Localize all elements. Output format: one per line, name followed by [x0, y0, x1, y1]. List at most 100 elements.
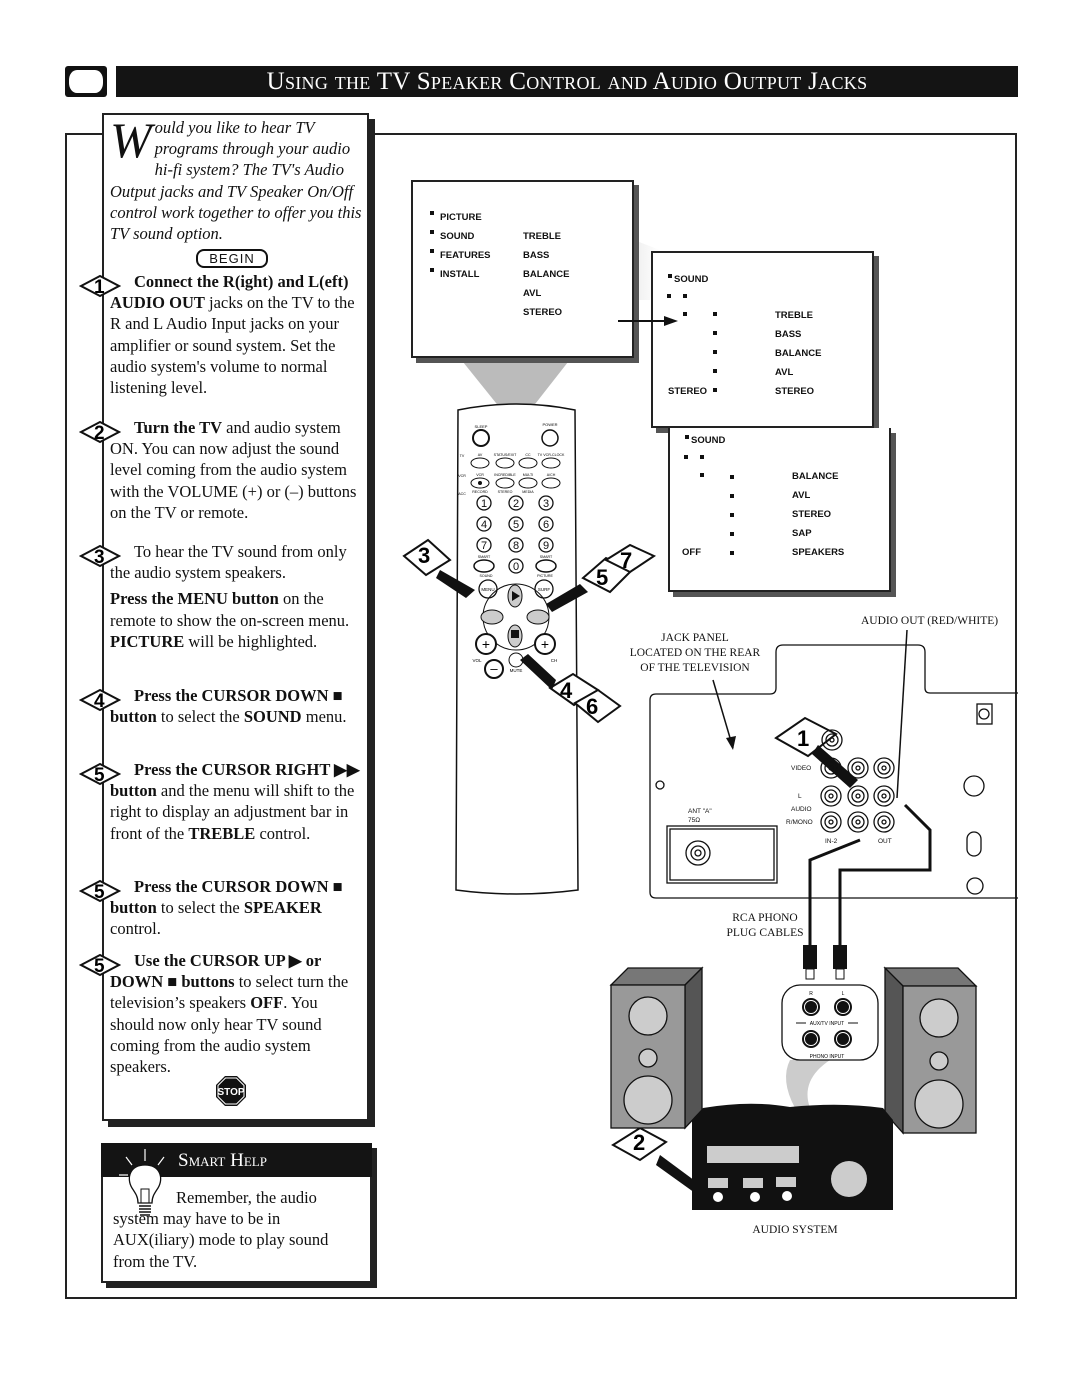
left-speaker — [609, 966, 704, 1130]
bullet-icon — [713, 312, 717, 316]
svg-text:STEREO: STEREO — [498, 490, 513, 494]
svg-text:VCR: VCR — [476, 473, 484, 477]
bullet-icon — [683, 312, 687, 316]
cursor-left-button[interactable] — [480, 609, 504, 625]
menu-item[interactable]: SAP — [792, 528, 812, 539]
menu-title[interactable]: SOUND — [691, 435, 725, 446]
bullet-icon — [430, 268, 434, 272]
bullet-icon — [713, 350, 717, 354]
remote-control: SLEEP POWER AV STATUS/EXIT CC TV VCR-CLOCK … — [455, 403, 579, 895]
svg-text:AV: AV — [478, 453, 483, 457]
menu-item[interactable]: AVL — [792, 490, 810, 501]
svg-text:VIDEO: VIDEO — [791, 765, 811, 772]
menu-item[interactable]: FEATURES — [440, 250, 491, 261]
bullet-icon — [730, 475, 734, 479]
menu-item[interactable]: AVL — [523, 288, 541, 299]
sleep-button[interactable] — [472, 429, 490, 447]
bullet-icon — [700, 455, 704, 459]
menu-item[interactable]: PICTURE — [440, 212, 482, 223]
menu-item[interactable]: INSTALL — [440, 269, 479, 280]
menu-value[interactable]: STEREO — [668, 386, 707, 397]
input-callout-beam — [786, 1060, 830, 1108]
svg-text:OUT: OUT — [878, 838, 892, 845]
svg-text:+: + — [482, 636, 490, 652]
svg-text:SLEEP: SLEEP — [475, 424, 488, 429]
svg-text:PICTURE: PICTURE — [537, 574, 553, 578]
svg-text:SOUND: SOUND — [480, 574, 493, 578]
svg-text:3: 3 — [543, 498, 549, 510]
speaker-menu-screen: SOUND BALANCE AVL STEREO SAP SPEAKERS OFF — [668, 428, 891, 592]
svg-text:INCREDIBLE: INCREDIBLE — [494, 473, 516, 477]
svg-text:5: 5 — [596, 565, 608, 590]
bullet-icon — [430, 230, 434, 234]
svg-text:POWER: POWER — [542, 422, 557, 427]
menu-item[interactable]: TREBLE — [523, 231, 561, 242]
svg-text:R/MONO: R/MONO — [786, 819, 813, 826]
svg-text:–: – — [490, 661, 498, 676]
remote-beam — [463, 362, 568, 408]
menu-item[interactable]: AVL — [775, 367, 793, 378]
svg-text:MEDIA: MEDIA — [522, 490, 534, 494]
menu-value[interactable]: OFF — [682, 547, 701, 558]
bullet-icon — [430, 211, 434, 215]
menu-item[interactable]: BALANCE — [775, 348, 821, 359]
bullet-icon — [713, 369, 717, 373]
menu-item[interactable]: SOUND — [440, 231, 474, 242]
menu-item[interactable]: BALANCE — [523, 269, 569, 280]
sound-menu-screen: SOUND TREBLE BASS BALANCE AVL STEREO STEREO — [651, 251, 874, 428]
svg-text:A/CH: A/CH — [547, 473, 556, 477]
bullet-icon — [667, 294, 671, 298]
svg-text:SURF: SURF — [538, 587, 551, 592]
svg-text:L: L — [842, 991, 845, 997]
arrow-right-icon — [618, 316, 678, 326]
right-speaker — [883, 966, 978, 1135]
rca-plugs — [803, 945, 847, 980]
svg-text:5: 5 — [513, 519, 519, 531]
audio-out-label: AUDIO OUT (RED/WHITE) — [861, 615, 999, 627]
menu-item[interactable]: SPEAKERS — [792, 547, 844, 558]
svg-text:3: 3 — [418, 543, 430, 568]
svg-text:MUTE: MUTE — [510, 668, 523, 673]
menu-item[interactable]: STEREO — [792, 509, 831, 520]
menu-item[interactable]: BASS — [775, 329, 801, 340]
svg-text:6: 6 — [586, 694, 598, 719]
rca-cables-label: RCA PHONO PLUG CABLES — [726, 912, 804, 939]
svg-text:ANT "A": ANT "A" — [688, 808, 712, 815]
bullet-icon — [685, 435, 689, 439]
bullet-icon — [700, 473, 704, 477]
svg-text:TV: TV — [460, 454, 465, 458]
svg-text:L: L — [798, 793, 802, 800]
menu-item[interactable]: BALANCE — [792, 471, 838, 482]
amplifier — [692, 1103, 893, 1210]
svg-text:AUX/TV INPUT: AUX/TV INPUT — [810, 1021, 844, 1027]
svg-text:4: 4 — [481, 519, 487, 531]
svg-text:SMART: SMART — [540, 555, 553, 559]
svg-text:SMART: SMART — [478, 555, 491, 559]
menu-item[interactable]: STEREO — [523, 307, 562, 318]
svg-text:7: 7 — [620, 548, 632, 573]
svg-text:RECORD: RECORD — [472, 490, 488, 494]
svg-text:4: 4 — [560, 678, 573, 703]
svg-text:2: 2 — [633, 1130, 645, 1155]
power-button[interactable] — [541, 429, 559, 447]
menu-title[interactable]: SOUND — [674, 274, 708, 285]
svg-text:ACC: ACC — [458, 492, 466, 496]
svg-text:+: + — [541, 636, 549, 652]
svg-text:CC: CC — [525, 453, 531, 457]
bullet-icon — [730, 494, 734, 498]
bullet-icon — [730, 513, 734, 517]
svg-text:VOL: VOL — [472, 658, 482, 663]
svg-text:IN-2: IN-2 — [825, 838, 838, 845]
svg-text:MULTI: MULTI — [523, 473, 534, 477]
bullet-icon — [668, 274, 672, 278]
svg-text:2: 2 — [513, 498, 519, 510]
cursor-right-button[interactable] — [526, 609, 550, 625]
svg-text:VCR: VCR — [458, 474, 466, 478]
svg-text:0: 0 — [513, 561, 519, 573]
svg-text:7: 7 — [481, 540, 487, 552]
menu-item[interactable]: BASS — [523, 250, 549, 261]
menu-item[interactable]: STEREO — [775, 386, 814, 397]
svg-text:TV VCR-CLOCK: TV VCR-CLOCK — [538, 453, 565, 457]
bullet-icon — [730, 532, 734, 536]
menu-item[interactable]: TREBLE — [775, 310, 813, 321]
